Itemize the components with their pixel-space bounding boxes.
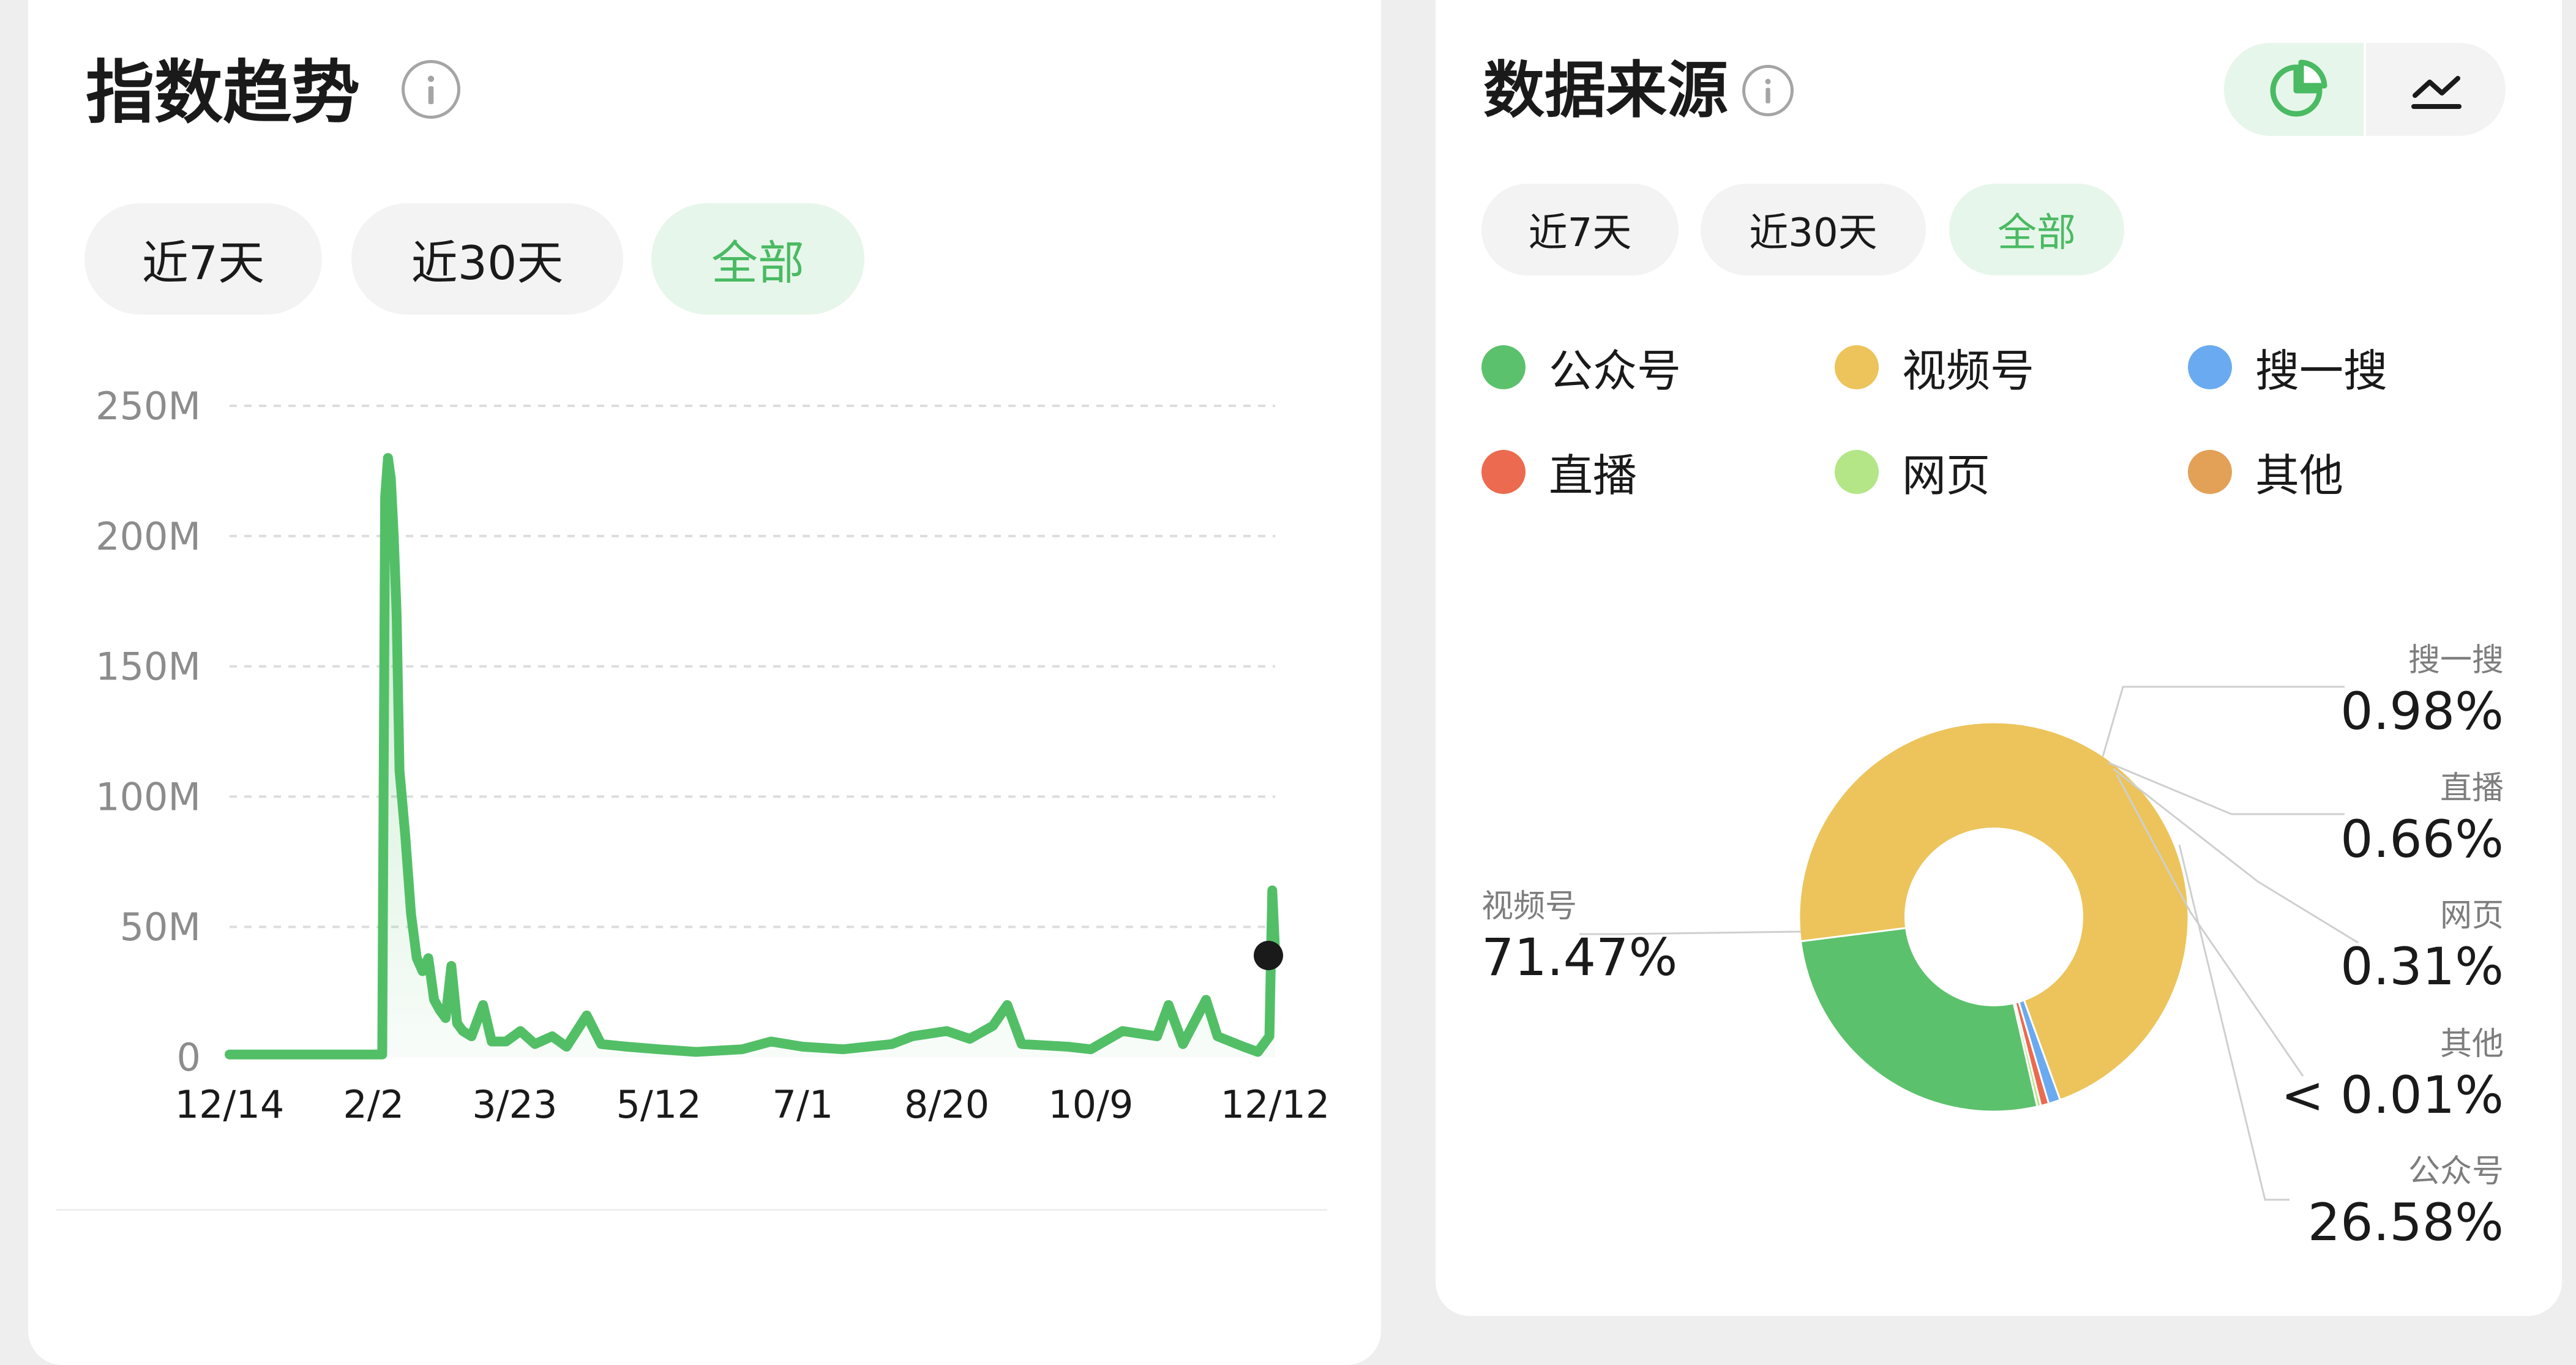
info-glyph: [1765, 78, 1771, 103]
pie-label-wangye-value: 0.31%: [2340, 937, 2504, 997]
y-tick-label: 200M: [95, 514, 201, 559]
legend-label: 直播: [1549, 450, 1638, 501]
pie-label-gongzhonghao-value: 26.58%: [2307, 1192, 2504, 1252]
legend-item-gongzhonghao[interactable]: 公众号: [1481, 335, 1681, 399]
legend-label: 其他: [2255, 450, 2344, 501]
y-tick-label: 250M: [95, 384, 201, 428]
pie-label-shipinhao-name: 视频号: [1481, 888, 1578, 925]
pie-label-qita-value: < 0.01%: [2281, 1065, 2504, 1125]
filter-30days[interactable]: 近30天: [1701, 184, 1926, 275]
x-tick-label: 8/20: [904, 1082, 989, 1127]
pie-label-qita-name: 其他: [2439, 1026, 2504, 1063]
legend-dot: [1481, 345, 1526, 389]
x-tick-label: 2/2: [343, 1082, 404, 1127]
x-tick-label: 3/23: [472, 1082, 557, 1127]
legend-label: 视频号: [1902, 345, 2035, 397]
pie-label-gongzhonghao-name: 公众号: [2408, 1153, 2504, 1190]
pie-label-zhibo-value: 0.66%: [2340, 809, 2504, 869]
legend-item-qita[interactable]: 其他: [2188, 439, 2343, 504]
legend-dot: [2188, 449, 2232, 494]
section-divider: [56, 1209, 1327, 1211]
filter-7days[interactable]: 近7天: [1481, 184, 1679, 275]
line-view-button[interactable]: [2366, 43, 2506, 136]
legend-item-zhibo[interactable]: 直播: [1481, 439, 1637, 504]
x-tick-label: 10/9: [1048, 1082, 1133, 1127]
y-tick-label: 50M: [120, 905, 201, 949]
pie-label-souyisou-value: 0.98%: [2340, 681, 2504, 741]
pie-label-zhibo-name: 直播: [2439, 770, 2504, 807]
pie-view-button[interactable]: [2224, 43, 2365, 136]
legend-dot: [1835, 345, 1879, 389]
x-tick-label: 5/12: [616, 1082, 701, 1127]
x-tick-label: 7/1: [772, 1082, 833, 1127]
legend-dot: [2188, 345, 2232, 389]
filter-label: 近30天: [1749, 211, 1878, 256]
trend-chart: 250M 200M 150M 100M 50M 012/14 2/2 3/23 5/12 7/1 8…: [95, 384, 1330, 1127]
x-tick-label: 12/12: [1221, 1082, 1330, 1127]
x-tick-label: 12/14: [175, 1082, 285, 1127]
donut-hole: [1904, 828, 2083, 1006]
y-tick-label: 100M: [95, 774, 201, 819]
legend-item-wangye[interactable]: 网页: [1835, 439, 1990, 504]
y-tick-label: 150M: [95, 645, 201, 689]
leader-line: [2102, 686, 2345, 757]
legend-label: 搜一搜: [2255, 345, 2388, 397]
pie-label-souyisou-name: 搜一搜: [2408, 642, 2504, 679]
current-point-marker[interactable]: [1254, 941, 1283, 970]
legend-label: 网页: [1902, 450, 1991, 501]
legend-dot: [1835, 449, 1879, 494]
pie-label-wangye-name: 网页: [2439, 897, 2504, 934]
legend-item-souyisou[interactable]: 搜一搜: [2188, 335, 2387, 399]
info-icon[interactable]: [1742, 65, 1794, 116]
line-chart-icon: [2411, 76, 2462, 109]
data-source-title: 数据来源: [1483, 54, 1728, 126]
trend-line: [225, 453, 1280, 1060]
filter-all[interactable]: 全部: [1949, 184, 2124, 275]
pie-chart-icon: [2270, 59, 2327, 117]
chart-view-toggle: [2224, 43, 2506, 136]
filter-label: 全部: [1998, 211, 2076, 256]
leader-line: [2178, 844, 2290, 1201]
legend-dot: [1481, 449, 1526, 494]
legend-label: 公众号: [1549, 345, 1682, 397]
legend-item-shipinhao[interactable]: 视频号: [1835, 335, 2034, 399]
filter-label: 近7天: [1528, 211, 1632, 256]
y-tick-label: 0: [177, 1035, 201, 1080]
pie-label-shipinhao-value: 71.47%: [1481, 927, 1678, 987]
